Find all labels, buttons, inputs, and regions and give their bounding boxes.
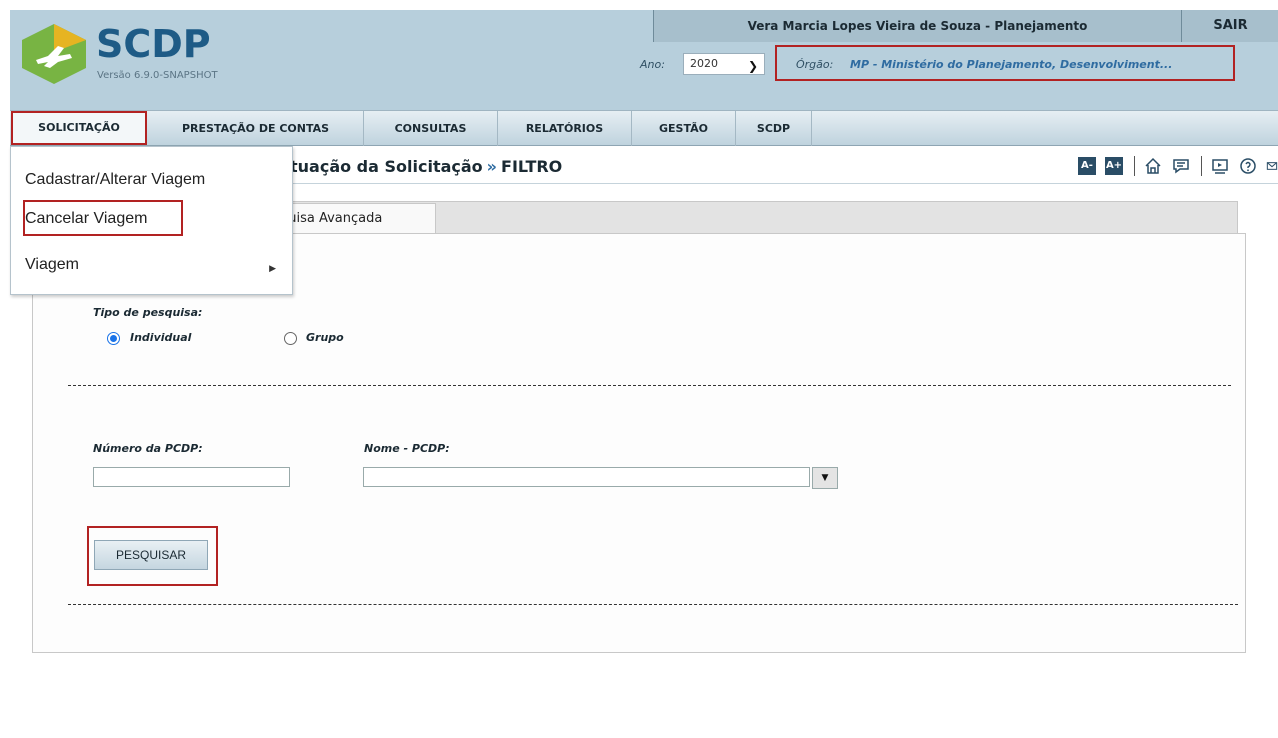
search-button[interactable]: PESQUISAR	[94, 540, 208, 570]
pcdp-name-dropdown-button[interactable]: ▼	[812, 467, 838, 489]
year-label: Ano:	[640, 58, 665, 71]
pcdp-number-label: Número da PCDP:	[93, 442, 203, 455]
submenu-arrow-icon: ▶	[269, 264, 276, 274]
help-icon[interactable]	[1238, 156, 1258, 176]
toolbar-divider	[1201, 156, 1202, 176]
video-icon[interactable]	[1210, 156, 1230, 176]
pcdp-name-label: Nome - PCDP:	[364, 442, 450, 455]
pcdp-name-input[interactable]	[363, 467, 810, 487]
org-label: Órgão:	[796, 58, 834, 71]
year-select[interactable]: 2020 ❯	[683, 53, 765, 75]
solicitacao-dropdown-menu: Cadastrar/Alterar Viagem Cancelar Viagem…	[10, 146, 293, 295]
user-name: Vera Marcia Lopes Vieira de Souza - Plan…	[654, 10, 1182, 42]
nav-item-gestao[interactable]: GESTÃO	[632, 111, 736, 146]
nav-item-consultas[interactable]: CONSULTAS	[364, 111, 498, 146]
mail-icon[interactable]	[1266, 156, 1278, 176]
toolbar-divider	[1134, 156, 1135, 176]
nav-item-scdp[interactable]: SCDP	[736, 111, 812, 146]
tab-advanced-search[interactable]: quisa Avançada	[271, 203, 436, 234]
chat-icon[interactable]	[1171, 156, 1191, 176]
menu-item-cancelar-viagem[interactable]: Cancelar Viagem	[25, 210, 147, 228]
radio-individual-label: Individual	[130, 331, 192, 344]
app-name: SCDP	[96, 22, 211, 66]
page-title-part2: FILTRO	[501, 157, 563, 176]
chevron-down-icon: ❯	[747, 59, 758, 73]
radio-group-label: Grupo	[306, 331, 344, 344]
radio-individual[interactable]	[107, 332, 120, 345]
page-title-part1: tuação da Solicitação	[290, 157, 483, 176]
pcdp-number-input[interactable]	[93, 467, 290, 487]
menu-item-viagem[interactable]: Viagem	[25, 256, 79, 274]
font-decrease-button[interactable]: A-	[1078, 157, 1096, 175]
year-value: 2020	[690, 57, 718, 70]
nav-item-relatorios[interactable]: RELATÓRIOS	[498, 111, 632, 146]
home-icon[interactable]	[1143, 156, 1163, 176]
scdp-logo-icon	[22, 24, 86, 84]
divider	[68, 385, 1231, 386]
search-panel	[32, 233, 1246, 653]
user-bar: Vera Marcia Lopes Vieira de Souza - Plan…	[653, 10, 1278, 42]
toolbar: A- A+	[1078, 156, 1278, 176]
app-version: Versão 6.9.0-SNAPSHOT	[97, 70, 218, 81]
breadcrumb-separator: »	[486, 157, 498, 176]
logout-button[interactable]: SAIR	[1182, 10, 1278, 42]
divider	[68, 604, 1238, 605]
font-increase-button[interactable]: A+	[1105, 157, 1123, 175]
search-type-label: Tipo de pesquisa:	[93, 306, 203, 319]
menu-item-cadastrar-alterar-viagem[interactable]: Cadastrar/Alterar Viagem	[25, 171, 205, 189]
org-select[interactable]: MP - Ministério do Planejamento, Desenvo…	[850, 58, 1230, 71]
radio-group[interactable]	[284, 332, 297, 345]
main-nav: SOLICITAÇÃO PRESTAÇÃO DE CONTAS CONSULTA…	[10, 110, 1278, 146]
page-title: tuação da Solicitação» FILTRO	[290, 157, 562, 176]
nav-item-prestacao-de-contas[interactable]: PRESTAÇÃO DE CONTAS	[148, 111, 364, 146]
nav-item-solicitacao[interactable]: SOLICITAÇÃO	[11, 111, 147, 145]
